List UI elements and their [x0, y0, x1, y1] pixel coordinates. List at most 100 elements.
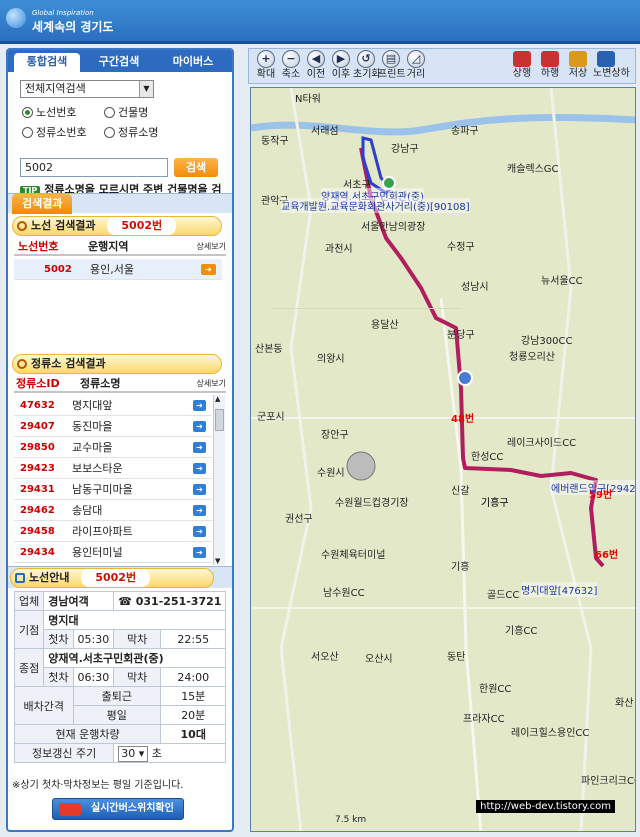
stop-name: 송담대: [72, 504, 103, 517]
map-place-label: 한원CC: [479, 684, 512, 695]
map-bus-marker[interactable]: 59번: [589, 486, 612, 501]
map-place-label: 동탄: [447, 652, 466, 663]
col-stop-id: 정류소ID: [16, 377, 60, 390]
previous-icon: ◀: [307, 50, 325, 68]
radio-dot-icon: [104, 127, 115, 138]
downbound-label: 하행: [540, 68, 560, 79]
stop-id: 29850: [20, 442, 55, 453]
route-row[interactable]: 5002 용인,서울 ➔: [14, 259, 222, 280]
previous-button[interactable]: ◀ 이전: [303, 50, 329, 81]
print-button[interactable]: ▤ 프린트: [378, 50, 406, 81]
stop-list-scrollbar[interactable]: ▲ ▼: [213, 395, 225, 565]
map-bus-marker[interactable]: 66번: [595, 546, 618, 561]
map-stop-label[interactable]: 명지대앞[47632]: [521, 582, 598, 597]
tab-my-bus[interactable]: 마이버스: [158, 53, 228, 72]
next-label: 이후: [331, 69, 351, 80]
reset-button[interactable]: ↺ 초기화: [353, 50, 381, 81]
low-floor-bus-button[interactable]: 저상: [565, 50, 591, 80]
arrow-right-icon[interactable]: ➔: [193, 484, 206, 495]
brand-tagline: Global Inspiration: [32, 9, 94, 17]
route-info-table: 업체 경남여객 ☎ 031-251-3721 기점 명지대 첫차 05:30 막차 22:5…: [13, 591, 227, 763]
stop-row[interactable]: 29462 송담대 ➔: [14, 500, 212, 521]
refresh-select[interactable]: 30 ▾: [118, 745, 149, 762]
low-floor-label: 저상: [568, 68, 588, 79]
route-area: 용인,서울: [90, 263, 134, 276]
reset-icon: ↺: [357, 50, 375, 68]
radio-route-number[interactable]: 노선번호: [22, 104, 76, 120]
region-select[interactable]: 전체지역검색 ▼: [20, 80, 154, 98]
map-place-label: 화산: [615, 698, 634, 709]
route-info-value: 5002번: [81, 569, 151, 587]
arrow-right-icon[interactable]: ➔: [193, 400, 206, 411]
map-view[interactable]: N타워 서래섬 송파구 동작구 강남구 서초구 캐슬렉스GC 관악구 서울만남의광장 수정구 과천시…: [250, 87, 636, 832]
roadside-bus-button[interactable]: 노변상하: [593, 50, 630, 80]
stop-row[interactable]: 29458 라이프아파트 ➔: [14, 521, 212, 542]
stop-name: 용인터미널: [72, 546, 123, 559]
map-place-label: 캐슬렉스GC: [507, 164, 559, 175]
map-bus-marker[interactable]: 48번: [451, 410, 474, 425]
origin-first-time: 05:30: [72, 629, 115, 649]
distance-button[interactable]: ◿ 거리: [403, 50, 429, 81]
tab-integrated-search[interactable]: 통합검색: [14, 53, 80, 72]
zoom-in-button[interactable]: + 확대: [253, 50, 279, 81]
company-label: 업체: [13, 591, 45, 611]
route-info-note: ※상기 첫차·막차정보는 평일 기준입니다.: [12, 780, 184, 791]
stop-name: 남동구미마을: [72, 483, 133, 496]
stop-row[interactable]: 29407 동진마을 ➔: [14, 416, 212, 437]
col-detail: 상세보기: [196, 242, 226, 251]
arrow-right-icon[interactable]: ➔: [193, 442, 206, 453]
radio-stop-name[interactable]: 정류소명: [104, 124, 158, 140]
scale-label: 7.5 km: [335, 815, 367, 825]
origin-name: 명지대: [43, 610, 227, 630]
arrow-right-icon[interactable]: ➔: [193, 421, 206, 432]
map-place-label: 분당구: [447, 330, 475, 341]
dest-last-label: 막차: [113, 667, 162, 687]
route-info-bar: 노선안내 5002번: [8, 566, 232, 588]
search-icon: [17, 221, 27, 231]
bus-icon: [59, 803, 81, 816]
radio-label: 건물명: [118, 106, 149, 119]
stop-id: 29423: [20, 463, 55, 474]
arrow-right-icon[interactable]: ➔: [193, 526, 206, 537]
zoom-out-button[interactable]: − 축소: [278, 50, 304, 81]
map-place-label: 수원체육터미널: [321, 550, 386, 561]
stop-row[interactable]: 29423 보보스타운 ➔: [14, 458, 212, 479]
stop-row[interactable]: 29434 용인터미널 ➔: [14, 542, 212, 563]
realtime-location-button[interactable]: 실시간버스위치확인: [52, 798, 184, 820]
stop-results-title: 정류소 검색결과: [31, 357, 106, 370]
map-place-label: 프라자CC: [463, 714, 505, 725]
radio-stop-number[interactable]: 정류소번호: [22, 124, 87, 140]
search-icon: [17, 359, 27, 369]
distance-label: 거리: [406, 69, 426, 80]
zoom-in-icon: +: [257, 50, 275, 68]
bus-icon: [541, 51, 559, 67]
radio-label: 노선번호: [36, 106, 77, 119]
scroll-thumb[interactable]: [215, 409, 224, 431]
stop-row[interactable]: 47632 명지대앞 ➔: [14, 395, 212, 416]
map-place-label: 파인크리크CC: [581, 776, 636, 787]
arrow-right-icon[interactable]: ➔: [193, 505, 206, 516]
col-route-no: 노선번호: [18, 240, 59, 253]
bus-icon: [513, 51, 531, 67]
arrow-right-icon[interactable]: ➔: [193, 547, 206, 558]
map-place-label: 강남구: [391, 144, 419, 155]
scroll-down-icon[interactable]: ▼: [215, 557, 220, 565]
downbound-bus-button[interactable]: 하행: [537, 50, 563, 80]
weekday-interval: 20분: [160, 705, 227, 725]
map-place-label: 서울만남의광장: [361, 222, 426, 233]
stop-id: 29462: [20, 505, 55, 516]
search-button[interactable]: 검색: [174, 158, 218, 177]
stop-row[interactable]: 29431 남동구미마을 ➔: [14, 479, 212, 500]
arrow-right-icon[interactable]: ➔: [193, 463, 206, 474]
bus-icon: [597, 51, 615, 67]
next-button[interactable]: ▶ 이후: [328, 50, 354, 81]
scroll-up-icon[interactable]: ▲: [215, 395, 220, 403]
radio-building[interactable]: 건물명: [104, 104, 148, 120]
search-input[interactable]: 5002: [20, 158, 168, 177]
map-stop-label[interactable]: 교육개발원.교육문화회관사거리(중)[90108]: [281, 198, 470, 213]
arrow-right-icon[interactable]: ➔: [201, 264, 216, 275]
map-place-label: 서래섬: [311, 126, 339, 137]
stop-row[interactable]: 29850 교수마을 ➔: [14, 437, 212, 458]
tab-section-search[interactable]: 구간검색: [84, 53, 154, 72]
upbound-bus-button[interactable]: 상행: [509, 50, 535, 80]
